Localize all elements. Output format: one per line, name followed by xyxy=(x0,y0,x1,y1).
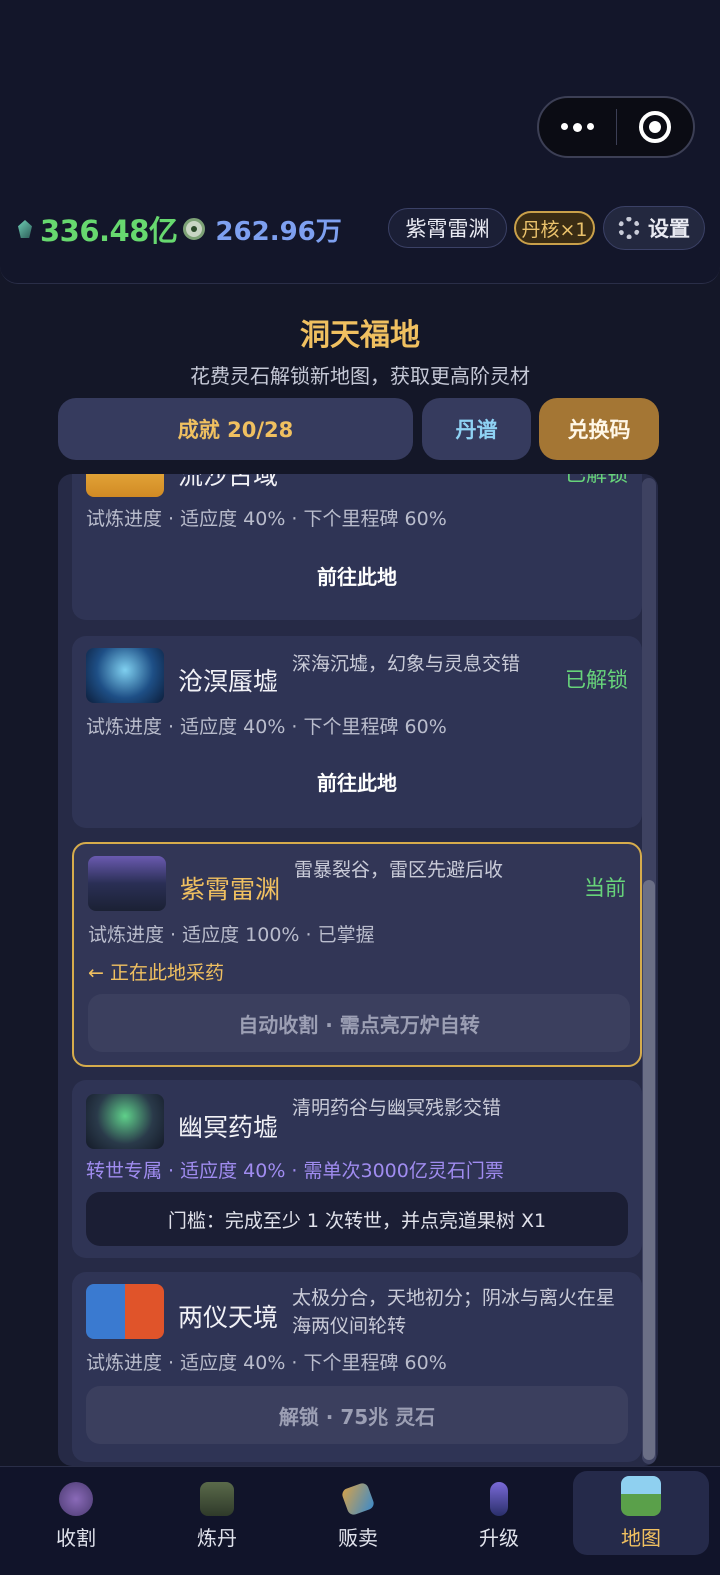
map-meta: 试炼进度 · 适应度 40% · 下个里程碑 60% xyxy=(86,1352,447,1374)
map-meta: 试炼进度 · 适应度 40% · 下个里程碑 60% xyxy=(86,508,447,530)
map-thumb-liangyi xyxy=(86,1284,164,1339)
spirit-stone-value: 336.48亿 xyxy=(40,214,178,248)
map-icon xyxy=(621,1476,661,1516)
map-meta: 试炼进度 · 适应度 40% · 下个里程碑 60% xyxy=(86,716,447,738)
go-button[interactable]: 前往此地 xyxy=(86,546,628,604)
recipe-button[interactable]: 丹谱 xyxy=(422,398,531,460)
gear-icon xyxy=(618,217,640,239)
map-card-liusha: 流沙古域 已解锁 试炼进度 · 适应度 40% · 下个里程碑 60% 前往此地 xyxy=(72,474,642,620)
redeem-code-button[interactable]: 兑换码 xyxy=(539,398,659,460)
unlock-button[interactable]: 解锁 · 75兆 灵石 xyxy=(86,1386,628,1444)
map-status: 已解锁 xyxy=(565,474,628,486)
map-status: 已解锁 xyxy=(565,668,628,692)
map-thumb-cangming xyxy=(86,648,164,703)
cauldron-icon xyxy=(200,1482,234,1516)
requirement-box: 门槛：完成至少 1 次转世，并点亮道果树 X1 xyxy=(86,1192,628,1246)
scroll-icon xyxy=(340,1481,376,1517)
map-meta: 试炼进度 · 适应度 100% · 已掌握 xyxy=(88,924,375,946)
achievement-button[interactable]: 成就 20/28 xyxy=(58,398,413,460)
auto-harvest-button[interactable]: 自动收割 · 需点亮万炉自转 xyxy=(88,994,630,1052)
page-title: 洞天福地 xyxy=(300,318,420,353)
resource-bar: 336.48亿 262.96万 xyxy=(18,208,342,250)
map-desc: 太极分合，天地初分；阴冰与离火在星海两仪间轮转 xyxy=(292,1287,616,1337)
map-status: 当前 xyxy=(584,876,626,900)
map-card-cangming: 沧溟蜃墟 深海沉墟，幻象与灵息交错 已解锁 试炼进度 · 适应度 40% · 下… xyxy=(72,636,642,828)
settings-label: 设置 xyxy=(648,217,690,241)
map-card-youming: 幽冥药墟 清明药谷与幽冥残影交错 转世专属 · 适应度 40% · 需单次300… xyxy=(72,1080,642,1258)
harvest-icon xyxy=(59,1482,93,1516)
map-card-liangyi: 两仪天境 太极分合，天地初分；阴冰与离火在星海两仪间轮转 试炼进度 · 适应度 … xyxy=(72,1272,642,1462)
crystal-icon xyxy=(490,1482,508,1516)
close-target-icon xyxy=(638,111,671,143)
nav-label: 炼丹 xyxy=(197,1526,237,1550)
map-thumb-youming xyxy=(86,1094,164,1149)
map-card-zixiao: 紫霄雷渊 雷暴裂谷，雷区先避后收 当前 试炼进度 · 适应度 100% · 已掌… xyxy=(72,842,642,1067)
map-desc: 雷暴裂谷，雷区先避后收 xyxy=(294,859,504,881)
map-thumb-liusha xyxy=(86,474,164,497)
map-name: 沧溟蜃墟 xyxy=(178,667,279,696)
core-chip[interactable]: 丹核×1 xyxy=(514,211,595,245)
nav-label: 升级 xyxy=(479,1526,519,1550)
map-meta: 转世专属 · 适应度 40% · 需单次3000亿灵石门票 xyxy=(86,1160,504,1182)
map-desc: 深海沉墟，幻象与灵息交错 xyxy=(292,653,521,675)
nav-label: 地图 xyxy=(621,1526,661,1550)
essence-value: 262.96万 xyxy=(215,216,342,247)
nav-map[interactable]: 地图 xyxy=(573,1471,709,1555)
spirit-stone-icon xyxy=(18,220,32,238)
map-name: 紫霄雷渊 xyxy=(180,875,281,904)
nav-harvest[interactable]: 收割 xyxy=(8,1471,144,1555)
mini-program-capsule xyxy=(537,96,695,158)
map-thumb-zixiao xyxy=(88,856,166,911)
close-button[interactable] xyxy=(617,98,694,156)
bottom-nav: 收割 炼丹 贩卖 升级 地图 xyxy=(0,1466,720,1575)
scrollbar-thumb[interactable] xyxy=(643,880,655,1460)
nav-sell[interactable]: 贩卖 xyxy=(290,1471,426,1555)
go-button[interactable]: 前往此地 xyxy=(86,752,628,810)
essence-icon xyxy=(183,218,206,240)
nav-label: 贩卖 xyxy=(338,1526,378,1550)
map-name: 幽冥药墟 xyxy=(178,1113,279,1142)
page-subtitle: 花费灵石解锁新地图，获取更高阶灵材 xyxy=(190,364,530,388)
settings-button[interactable]: 设置 xyxy=(603,206,705,250)
map-name: 流沙古域 xyxy=(178,474,279,490)
map-desc: 清明药谷与幽冥残影交错 xyxy=(292,1097,502,1119)
harvesting-here-label: ← 正在此地采药 xyxy=(88,962,224,984)
map-list[interactable]: 流沙古域 已解锁 试炼进度 · 适应度 40% · 下个里程碑 60% 前往此地… xyxy=(58,474,658,1466)
more-dots-icon xyxy=(560,122,594,132)
nav-upgrade[interactable]: 升级 xyxy=(431,1471,567,1555)
nav-alchemy[interactable]: 炼丹 xyxy=(149,1471,285,1555)
current-map-chip[interactable]: 紫霄雷渊 xyxy=(388,208,507,248)
more-button[interactable] xyxy=(539,98,616,156)
nav-label: 收割 xyxy=(56,1526,96,1550)
map-name: 两仪天境 xyxy=(178,1303,279,1332)
